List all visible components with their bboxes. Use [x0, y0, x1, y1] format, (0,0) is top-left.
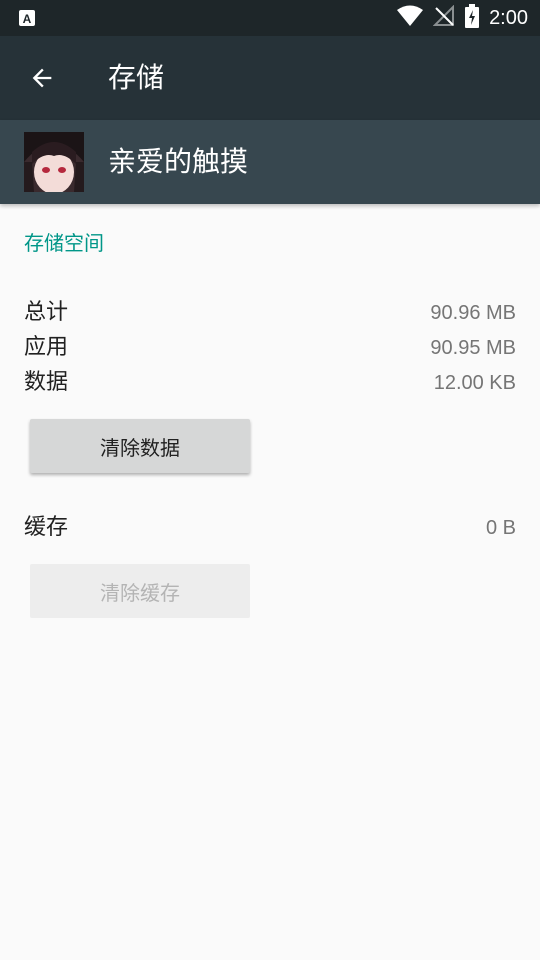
cache-label: 缓存	[24, 515, 69, 540]
data-size-value: 12.00 KB	[433, 372, 516, 394]
app-bar: 存储	[0, 36, 540, 120]
app-avatar-icon	[24, 132, 84, 194]
app-size-value: 90.95 MB	[430, 337, 516, 359]
battery-charging-icon	[465, 4, 480, 32]
data-size-label: 数据	[24, 370, 69, 395]
status-time: 2:00	[489, 6, 528, 29]
data-size-row: 数据 12.00 KB	[24, 366, 516, 400]
app-size-row: 应用 90.95 MB	[24, 331, 516, 365]
app-name: 亲爱的触摸	[108, 145, 249, 178]
status-bar: A 2:00	[0, 0, 540, 36]
page-title: 存储	[108, 61, 165, 94]
notification-a-icon: A	[18, 9, 36, 27]
cache-value: 0 B	[485, 517, 516, 539]
no-signal-icon	[432, 4, 455, 31]
app-size-label: 应用	[24, 335, 69, 360]
wifi-icon	[397, 5, 424, 31]
total-value: 90.96 MB	[430, 302, 516, 324]
arrow-back-icon	[32, 68, 52, 88]
storage-section-title: 存储空间	[24, 231, 104, 255]
clear-cache-button[interactable]: 清除缓存	[30, 564, 250, 618]
total-label: 总计	[24, 300, 69, 325]
app-header: 亲爱的触摸	[0, 120, 540, 204]
back-button[interactable]	[20, 56, 64, 100]
cache-row: 缓存 0 B	[24, 511, 516, 545]
clear-data-button[interactable]: 清除数据	[30, 419, 250, 473]
total-row: 总计 90.96 MB	[24, 296, 516, 330]
svg-text:A: A	[23, 12, 32, 26]
